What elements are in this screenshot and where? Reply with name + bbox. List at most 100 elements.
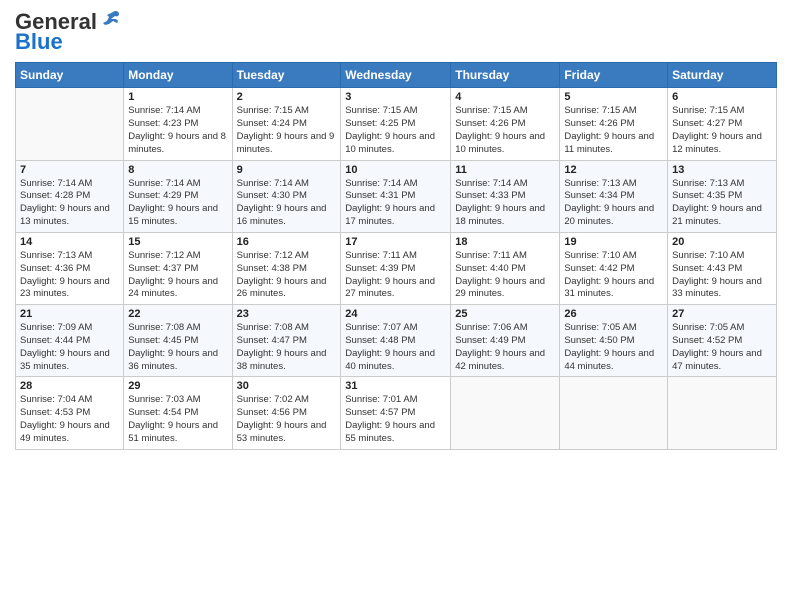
calendar-cell: 1Sunrise: 7:14 AMSunset: 4:23 PMDaylight… <box>124 88 232 160</box>
day-number: 5 <box>564 91 663 103</box>
day-detail: Sunrise: 7:08 AMSunset: 4:47 PMDaylight:… <box>237 322 337 373</box>
week-row-2: 7 Sunrise: 7:14 AMSunset: 4:28 PMDaylight… <box>16 160 777 232</box>
day-number: 24 <box>345 308 446 320</box>
day-detail: Sunrise: 7:03 AMSunset: 4:54 PMDaylight:… <box>128 394 227 445</box>
header: General Blue <box>15 10 777 54</box>
day-detail: Sunrise: 7:15 AMSunset: 4:25 PMDaylight:… <box>345 105 446 156</box>
day-detail: Sunrise: 7:10 AMSunset: 4:43 PMDaylight:… <box>672 250 772 301</box>
calendar-cell: 20 Sunrise: 7:10 AMSunset: 4:43 PMDayligh… <box>668 232 777 304</box>
calendar-cell: 31Sunrise: 7:01 AMSunset: 4:57 PMDayligh… <box>341 377 451 449</box>
calendar-cell: 9 Sunrise: 7:14 AMSunset: 4:30 PMDaylight… <box>232 160 341 232</box>
calendar-cell: 17 Sunrise: 7:11 AMSunset: 4:39 PMDayligh… <box>341 232 451 304</box>
calendar-cell: 22 Sunrise: 7:08 AMSunset: 4:45 PMDayligh… <box>124 305 232 377</box>
weekday-header-sunday: Sunday <box>16 63 124 88</box>
calendar-cell: 12 Sunrise: 7:13 AMSunset: 4:34 PMDayligh… <box>560 160 668 232</box>
day-number: 11 <box>455 164 555 176</box>
week-row-5: 28Sunrise: 7:04 AMSunset: 4:53 PMDayligh… <box>16 377 777 449</box>
day-detail: Sunrise: 7:05 AMSunset: 4:50 PMDaylight:… <box>564 322 663 373</box>
weekday-header-thursday: Thursday <box>451 63 560 88</box>
calendar-cell: 4 Sunrise: 7:15 AMSunset: 4:26 PMDaylight… <box>451 88 560 160</box>
day-number: 29 <box>128 380 227 392</box>
day-detail: Sunrise: 7:05 AMSunset: 4:52 PMDaylight:… <box>672 322 772 373</box>
calendar-cell <box>16 88 124 160</box>
calendar-cell: 2Sunrise: 7:15 AMSunset: 4:24 PMDaylight… <box>232 88 341 160</box>
logo: General Blue <box>15 10 121 54</box>
day-detail: Sunrise: 7:12 AMSunset: 4:37 PMDaylight:… <box>128 250 227 301</box>
day-detail: Sunrise: 7:13 AMSunset: 4:36 PMDaylight:… <box>20 250 119 301</box>
calendar-cell: 30 Sunrise: 7:02 AMSunset: 4:56 PMDayligh… <box>232 377 341 449</box>
day-number: 30 <box>237 380 337 392</box>
day-detail: Sunrise: 7:09 AMSunset: 4:44 PMDaylight:… <box>20 322 119 373</box>
calendar-cell: 24 Sunrise: 7:07 AMSunset: 4:48 PMDayligh… <box>341 305 451 377</box>
day-detail: Sunrise: 7:01 AMSunset: 4:57 PMDaylight:… <box>345 394 446 445</box>
day-number: 15 <box>128 236 227 248</box>
day-detail: Sunrise: 7:15 AMSunset: 4:24 PMDaylight:… <box>237 105 337 156</box>
day-detail: Sunrise: 7:15 AMSunset: 4:26 PMDaylight:… <box>564 105 663 156</box>
calendar-cell: 29 Sunrise: 7:03 AMSunset: 4:54 PMDayligh… <box>124 377 232 449</box>
calendar-cell: 23 Sunrise: 7:08 AMSunset: 4:47 PMDayligh… <box>232 305 341 377</box>
day-number: 13 <box>672 164 772 176</box>
calendar-cell: 15 Sunrise: 7:12 AMSunset: 4:37 PMDayligh… <box>124 232 232 304</box>
day-number: 25 <box>455 308 555 320</box>
week-row-3: 14 Sunrise: 7:13 AMSunset: 4:36 PMDayligh… <box>16 232 777 304</box>
day-detail: Sunrise: 7:13 AMSunset: 4:34 PMDaylight:… <box>564 178 663 229</box>
day-detail: Sunrise: 7:11 AMSunset: 4:40 PMDaylight:… <box>455 250 555 301</box>
week-row-4: 21 Sunrise: 7:09 AMSunset: 4:44 PMDayligh… <box>16 305 777 377</box>
day-number: 3 <box>345 91 446 103</box>
calendar-cell: 3 Sunrise: 7:15 AMSunset: 4:25 PMDaylight… <box>341 88 451 160</box>
calendar-cell: 21 Sunrise: 7:09 AMSunset: 4:44 PMDayligh… <box>16 305 124 377</box>
weekday-header-friday: Friday <box>560 63 668 88</box>
main-container: General Blue SundayMondayTuesdayWednesda… <box>0 0 792 460</box>
weekday-header-saturday: Saturday <box>668 63 777 88</box>
day-detail: Sunrise: 7:14 AMSunset: 4:33 PMDaylight:… <box>455 178 555 229</box>
calendar-cell: 11 Sunrise: 7:14 AMSunset: 4:33 PMDayligh… <box>451 160 560 232</box>
day-number: 8 <box>128 164 227 176</box>
weekday-header-row: SundayMondayTuesdayWednesdayThursdayFrid… <box>16 63 777 88</box>
calendar-cell: 5 Sunrise: 7:15 AMSunset: 4:26 PMDaylight… <box>560 88 668 160</box>
day-detail: Sunrise: 7:02 AMSunset: 4:56 PMDaylight:… <box>237 394 337 445</box>
calendar-table: SundayMondayTuesdayWednesdayThursdayFrid… <box>15 62 777 449</box>
day-number: 27 <box>672 308 772 320</box>
day-detail: Sunrise: 7:06 AMSunset: 4:49 PMDaylight:… <box>455 322 555 373</box>
calendar-cell: 13 Sunrise: 7:13 AMSunset: 4:35 PMDayligh… <box>668 160 777 232</box>
calendar-cell <box>668 377 777 449</box>
day-detail: Sunrise: 7:13 AMSunset: 4:35 PMDaylight:… <box>672 178 772 229</box>
day-number: 20 <box>672 236 772 248</box>
calendar-cell: 16Sunrise: 7:12 AMSunset: 4:38 PMDayligh… <box>232 232 341 304</box>
day-number: 16 <box>237 236 337 248</box>
day-number: 14 <box>20 236 119 248</box>
day-number: 19 <box>564 236 663 248</box>
day-detail: Sunrise: 7:15 AMSunset: 4:26 PMDaylight:… <box>455 105 555 156</box>
calendar-cell: 18 Sunrise: 7:11 AMSunset: 4:40 PMDayligh… <box>451 232 560 304</box>
day-detail: Sunrise: 7:08 AMSunset: 4:45 PMDaylight:… <box>128 322 227 373</box>
day-detail: Sunrise: 7:07 AMSunset: 4:48 PMDaylight:… <box>345 322 446 373</box>
calendar-cell: 14 Sunrise: 7:13 AMSunset: 4:36 PMDayligh… <box>16 232 124 304</box>
calendar-cell: 10Sunrise: 7:14 AMSunset: 4:31 PMDayligh… <box>341 160 451 232</box>
day-number: 4 <box>455 91 555 103</box>
day-detail: Sunrise: 7:04 AMSunset: 4:53 PMDaylight:… <box>20 394 119 445</box>
day-number: 12 <box>564 164 663 176</box>
day-number: 23 <box>237 308 337 320</box>
week-row-1: 1Sunrise: 7:14 AMSunset: 4:23 PMDaylight… <box>16 88 777 160</box>
day-number: 18 <box>455 236 555 248</box>
logo-bird-icon <box>99 9 121 31</box>
logo-blue-text: Blue <box>15 30 63 54</box>
day-detail: Sunrise: 7:11 AMSunset: 4:39 PMDaylight:… <box>345 250 446 301</box>
day-detail: Sunrise: 7:14 AMSunset: 4:30 PMDaylight:… <box>237 178 337 229</box>
day-number: 9 <box>237 164 337 176</box>
day-number: 17 <box>345 236 446 248</box>
day-number: 21 <box>20 308 119 320</box>
calendar-cell: 27 Sunrise: 7:05 AMSunset: 4:52 PMDayligh… <box>668 305 777 377</box>
day-detail: Sunrise: 7:14 AMSunset: 4:28 PMDaylight:… <box>20 178 119 229</box>
day-detail: Sunrise: 7:15 AMSunset: 4:27 PMDaylight:… <box>672 105 772 156</box>
day-number: 6 <box>672 91 772 103</box>
day-detail: Sunrise: 7:14 AMSunset: 4:23 PMDaylight:… <box>128 105 227 156</box>
calendar-cell: 19Sunrise: 7:10 AMSunset: 4:42 PMDayligh… <box>560 232 668 304</box>
day-number: 7 <box>20 164 119 176</box>
calendar-cell: 25 Sunrise: 7:06 AMSunset: 4:49 PMDayligh… <box>451 305 560 377</box>
calendar-cell: 26Sunrise: 7:05 AMSunset: 4:50 PMDayligh… <box>560 305 668 377</box>
calendar-cell <box>560 377 668 449</box>
weekday-header-wednesday: Wednesday <box>341 63 451 88</box>
day-detail: Sunrise: 7:14 AMSunset: 4:31 PMDaylight:… <box>345 178 446 229</box>
day-number: 22 <box>128 308 227 320</box>
